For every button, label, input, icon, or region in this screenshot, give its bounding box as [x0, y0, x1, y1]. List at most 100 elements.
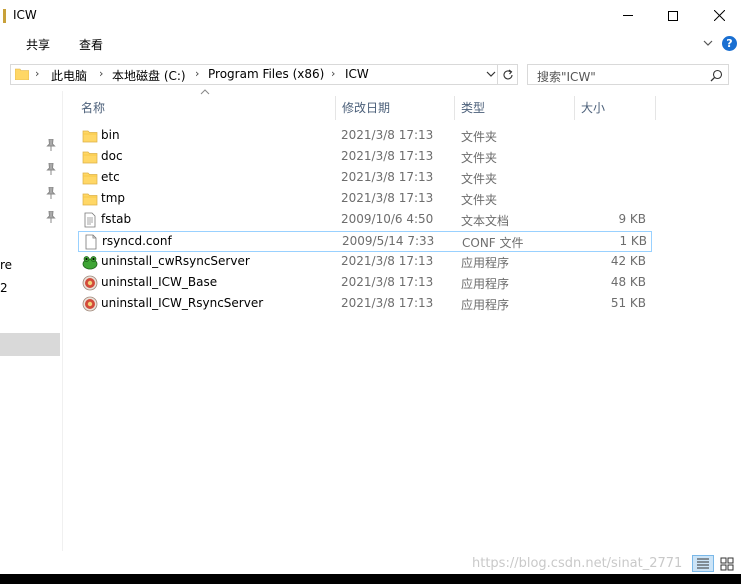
- address-bar-row: › 此电脑 › 本地磁盘 (C:) › Program Files (x86) …: [0, 58, 741, 91]
- file-modified-date: 2021/3/8 17:13: [341, 128, 434, 142]
- file-type: 应用程序: [461, 277, 510, 291]
- close-icon: [713, 10, 725, 21]
- file-type: 文本文档: [461, 214, 510, 228]
- folder-icon: [15, 68, 29, 80]
- pin-icon[interactable]: [46, 163, 56, 175]
- file-size: 9 KB: [618, 212, 646, 226]
- file-name: uninstall_ICW_Base: [101, 275, 218, 289]
- file-row[interactable]: uninstall_cwRsyncServer 2021/3/8 17:13 应用程…: [78, 252, 652, 273]
- taskbar-edge: [0, 574, 741, 584]
- file-name: fstab: [101, 212, 132, 226]
- app-icon: [3, 9, 6, 23]
- file-row[interactable]: bin 2021/3/8 17:13 文件夹: [78, 126, 652, 147]
- folder-icon: [82, 191, 98, 207]
- tab-view[interactable]: 查看: [79, 36, 103, 53]
- breadcrumb-separator: ›: [99, 67, 104, 80]
- file-modified-date: 2021/3/8 17:13: [341, 254, 434, 268]
- sort-ascending-icon: [200, 89, 210, 95]
- file-size: 48 KB: [610, 275, 646, 289]
- file-type: CONF 文件: [462, 236, 524, 250]
- nav-item-selected[interactable]: [0, 333, 60, 356]
- minimize-button[interactable]: [605, 0, 651, 31]
- folder-icon: [82, 170, 98, 186]
- file-name: doc: [101, 149, 123, 163]
- search-icon[interactable]: [710, 69, 723, 82]
- file-modified-date: 2021/3/8 17:13: [341, 170, 434, 184]
- file-row[interactable]: uninstall_ICW_Base 2021/3/8 17:13 应用程序 48 K…: [78, 273, 652, 294]
- file-type: 文件夹: [461, 193, 498, 207]
- title-bar: ICW: [0, 0, 741, 31]
- minimize-icon: [623, 15, 633, 16]
- column-header-date[interactable]: 修改日期: [336, 96, 454, 120]
- column-header-name[interactable]: 名称: [75, 96, 335, 120]
- details-view-button[interactable]: [692, 555, 714, 572]
- file-row[interactable]: doc 2021/3/8 17:13 文件夹: [78, 147, 652, 168]
- installer-app-icon: [82, 275, 98, 291]
- watermark-text: https://blog.csdn.net/sinat_2771: [472, 556, 683, 571]
- pin-icon[interactable]: [46, 139, 56, 151]
- nav-item-partial[interactable]: re: [0, 258, 12, 272]
- file-modified-date: 2021/3/8 17:13: [341, 296, 434, 310]
- breadcrumb-local-disk[interactable]: 本地磁盘 (C:): [112, 67, 186, 84]
- search-input[interactable]: 搜索"ICW": [527, 64, 729, 85]
- file-modified-date: 2009/10/6 4:50: [341, 212, 434, 226]
- maximize-button[interactable]: [650, 0, 696, 31]
- refresh-icon: [503, 69, 513, 79]
- large-icons-view-button[interactable]: [717, 555, 737, 572]
- column-header-size[interactable]: 大小: [575, 96, 655, 120]
- folder-icon: [82, 128, 98, 144]
- file-name: bin: [101, 128, 120, 142]
- file-name: uninstall_cwRsyncServer: [101, 254, 250, 268]
- column-divider[interactable]: [655, 96, 656, 120]
- file-size: 51 KB: [610, 296, 646, 310]
- file-row[interactable]: rsyncd.conf 2009/5/14 7:33 CONF 文件 1 KB: [78, 231, 652, 252]
- breadcrumb-separator: ›: [195, 67, 200, 80]
- file-name: etc: [101, 170, 120, 184]
- nav-item-partial[interactable]: 2: [0, 281, 8, 295]
- file-row[interactable]: fstab 2009/10/6 4:50 文本文档 9 KB: [78, 210, 652, 231]
- chevron-down-icon[interactable]: [702, 37, 714, 49]
- address-bar[interactable]: › 此电脑 › 本地磁盘 (C:) › Program Files (x86) …: [10, 64, 498, 85]
- maximize-icon: [668, 10, 678, 21]
- file-row[interactable]: etc 2021/3/8 17:13 文件夹: [78, 168, 652, 189]
- large-icons-view-icon: [720, 557, 734, 571]
- file-type: 应用程序: [461, 298, 510, 312]
- file-modified-date: 2009/5/14 7:33: [342, 234, 435, 248]
- pin-icon[interactable]: [46, 211, 56, 223]
- file-name: rsyncd.conf: [102, 234, 172, 248]
- file-name: tmp: [101, 191, 126, 205]
- window-title: ICW: [13, 8, 37, 22]
- breadcrumb-separator: ›: [331, 67, 336, 80]
- breadcrumb-program-files[interactable]: Program Files (x86): [208, 67, 324, 81]
- file-type: 文件夹: [461, 172, 498, 186]
- frog-app-icon: [82, 254, 98, 270]
- file-type: 文件夹: [461, 130, 498, 144]
- help-icon[interactable]: ?: [722, 36, 737, 51]
- pin-icon[interactable]: [46, 187, 56, 199]
- file-name: uninstall_ICW_RsyncServer: [101, 296, 264, 310]
- search-placeholder: 搜索"ICW": [537, 70, 596, 84]
- breadcrumb-this-pc[interactable]: 此电脑: [51, 67, 87, 84]
- ribbon: 共享 查看: [0, 31, 741, 58]
- file-type: 应用程序: [461, 256, 510, 270]
- file-row[interactable]: tmp 2021/3/8 17:13 文件夹: [78, 189, 652, 210]
- folder-icon: [82, 149, 98, 165]
- column-header-type[interactable]: 类型: [455, 96, 573, 120]
- file-size: 1 KB: [619, 234, 647, 248]
- installer-app-icon: [82, 296, 98, 312]
- file-size: 42 KB: [610, 254, 646, 268]
- file-modified-date: 2021/3/8 17:13: [341, 149, 434, 163]
- breadcrumb-icw[interactable]: ICW: [345, 67, 369, 81]
- refresh-button[interactable]: [498, 64, 518, 85]
- file-icon: [83, 234, 99, 250]
- details-view-icon: [697, 558, 709, 569]
- close-button[interactable]: [696, 0, 741, 31]
- text-file-icon: [82, 212, 98, 228]
- tab-share[interactable]: 共享: [26, 36, 50, 53]
- chevron-down-icon[interactable]: [485, 68, 497, 80]
- breadcrumb-separator: ›: [35, 67, 40, 80]
- navigation-pane: re 2: [0, 91, 63, 551]
- file-row[interactable]: uninstall_ICW_RsyncServer 2021/3/8 17:13 应…: [78, 294, 652, 315]
- file-modified-date: 2021/3/8 17:13: [341, 191, 434, 205]
- file-type: 文件夹: [461, 151, 498, 165]
